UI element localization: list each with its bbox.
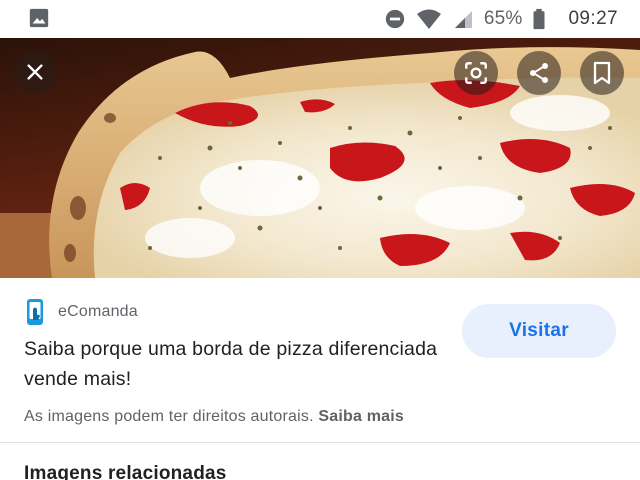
divider [0, 442, 640, 443]
visit-button[interactable]: Visitar [462, 304, 616, 358]
battery-percent: 65% [483, 8, 523, 29]
copyright-notice: As imagens podem ter direitos autorais. … [24, 408, 404, 426]
wifi-icon [416, 9, 441, 29]
battery-icon [533, 8, 545, 30]
share-button[interactable] [517, 51, 561, 95]
result-title[interactable]: Saiba porque uma borda de pizza diferenc… [24, 334, 444, 394]
clock: 09:27 [568, 8, 618, 29]
ecomanda-logo-icon [27, 299, 43, 325]
lens-button[interactable] [454, 51, 498, 95]
lens-icon [465, 62, 487, 84]
close-icon [27, 64, 43, 80]
status-bar: 65% 09:27 [0, 0, 640, 38]
bookmark-icon [593, 61, 611, 85]
do-not-disturb-icon [385, 9, 404, 29]
copyright-text: As imagens podem ter direitos autorais. [24, 408, 314, 425]
source-name: eComanda [58, 303, 138, 320]
source-row[interactable]: eComanda [24, 298, 138, 326]
close-button[interactable] [13, 50, 57, 94]
related-images-heading: Imagens relacionadas [24, 463, 227, 480]
share-icon [530, 63, 548, 83]
cell-signal-icon [454, 11, 472, 28]
image-notification-icon [29, 8, 49, 28]
bookmark-button[interactable] [580, 51, 624, 95]
learn-more-link[interactable]: Saiba mais [318, 408, 404, 425]
image-preview[interactable] [0, 38, 640, 278]
